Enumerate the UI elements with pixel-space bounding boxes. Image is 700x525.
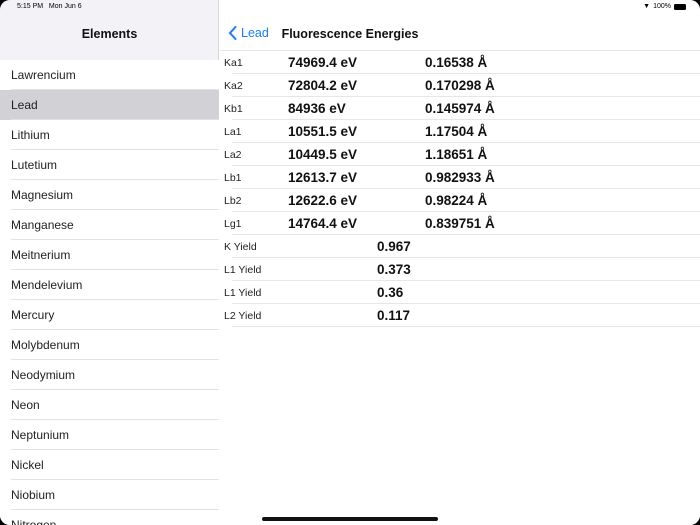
sidebar: 5:15 PM Mon Jun 6 Elements Lawrencium Lea… <box>0 0 219 525</box>
energies-table: Ka1 74969.4 eV 0.16538 Å Ka2 72804.2 eV 0.170… <box>220 51 700 327</box>
sidebar-item-manganese[interactable]: Manganese <box>0 210 219 240</box>
yield-value: 0.117 <box>377 308 411 323</box>
yield-value: 0.36 <box>377 285 404 300</box>
sidebar-item-mercury[interactable]: Mercury <box>0 300 219 330</box>
status-time: 5:15 PM Mon Jun 6 <box>17 3 82 10</box>
energy-value: 74969.4 eV <box>288 55 358 70</box>
yield-row: K Yield 0.967 <box>220 235 700 258</box>
yield-label: K Yield <box>224 240 257 253</box>
status-right: ▼ 100% <box>643 3 686 10</box>
sidebar-item-lawrencium[interactable]: Lawrencium <box>0 60 219 90</box>
sidebar-item-lithium[interactable]: Lithium <box>0 120 219 150</box>
yield-label: L1 Yield <box>224 263 262 276</box>
wavelength-value: 0.98224 Å <box>425 193 488 208</box>
sidebar-item-neptunium[interactable]: Neptunium <box>0 420 219 450</box>
sidebar-item-lead[interactable]: Lead <box>0 90 219 120</box>
yield-value: 0.373 <box>377 262 411 277</box>
energy-value: 12622.6 eV <box>288 193 358 208</box>
yield-label: L1 Yield <box>224 286 262 299</box>
yield-row: L1 Yield 0.36 <box>220 281 700 304</box>
sidebar-item-lutetium[interactable]: Lutetium <box>0 150 219 180</box>
line-label: Lb2 <box>224 194 242 207</box>
energy-row: La2 10449.5 eV 1.18651 Å <box>220 143 700 166</box>
line-label: Lg1 <box>224 217 242 230</box>
wavelength-value: 0.170298 Å <box>425 78 495 93</box>
energy-row: La1 10551.5 eV 1.17504 Å <box>220 120 700 143</box>
energy-value: 14764.4 eV <box>288 216 358 231</box>
sidebar-item-nitrogen[interactable]: Nitrogen <box>0 510 219 525</box>
energy-row: Lb1 12613.7 eV 0.982933 Å <box>220 166 700 189</box>
sidebar-item-mendelevium[interactable]: Mendelevium <box>0 270 219 300</box>
sidebar-title: Elements <box>81 27 138 41</box>
screen: 5:15 PM Mon Jun 6 Elements Lawrencium Lea… <box>0 0 700 525</box>
line-label: La1 <box>224 125 242 138</box>
battery-percent: 100% <box>653 3 671 10</box>
energy-value: 10551.5 eV <box>288 124 358 139</box>
line-label: Ka2 <box>224 79 243 92</box>
wavelength-value: 1.17504 Å <box>425 124 488 139</box>
energy-value: 84936 eV <box>288 101 346 116</box>
energy-value: 72804.2 eV <box>288 78 358 93</box>
wavelength-value: 1.18651 Å <box>425 147 488 162</box>
sidebar-item-neon[interactable]: Neon <box>0 390 219 420</box>
wavelength-value: 0.839751 Å <box>425 216 495 231</box>
wavelength-value: 0.145974 Å <box>425 101 495 116</box>
sidebar-item-magnesium[interactable]: Magnesium <box>0 180 219 210</box>
wavelength-value: 0.982933 Å <box>425 170 495 185</box>
line-label: Lb1 <box>224 171 242 184</box>
line-label: Ka1 <box>224 56 243 69</box>
page-title: Fluorescence Energies <box>281 27 419 41</box>
sidebar-item-molybdenum[interactable]: Molybdenum <box>0 330 219 360</box>
energy-row: Kb1 84936 eV 0.145974 Å <box>220 97 700 120</box>
energy-row: Lg1 14764.4 eV 0.839751 Å <box>220 212 700 235</box>
energy-row: Lb2 12622.6 eV 0.98224 Å <box>220 189 700 212</box>
yield-value: 0.967 <box>377 239 411 254</box>
energy-value: 12613.7 eV <box>288 170 358 185</box>
sidebar-item-nickel[interactable]: Nickel <box>0 450 219 480</box>
wavelength-value: 0.16538 Å <box>425 55 488 70</box>
element-list: Lawrencium Lead Lithium Lutetium Magnesium Ma… <box>0 60 219 525</box>
wifi-icon: ▼ <box>643 3 651 10</box>
energy-row: Ka2 72804.2 eV 0.170298 Å <box>220 74 700 97</box>
energy-value: 10449.5 eV <box>288 147 358 162</box>
sidebar-item-niobium[interactable]: Niobium <box>0 480 219 510</box>
battery-icon <box>674 3 686 10</box>
sidebar-item-meitnerium[interactable]: Meitnerium <box>0 240 219 270</box>
yield-row: L2 Yield 0.117 <box>220 304 700 327</box>
line-label: La2 <box>224 148 242 161</box>
home-indicator[interactable] <box>262 517 438 521</box>
energy-row: Ka1 74969.4 eV 0.16538 Å <box>220 51 700 74</box>
sidebar-item-neodymium[interactable]: Neodymium <box>0 360 219 390</box>
detail-panel: ▼ 100% Lead Fluorescence Energies Ka1 749… <box>220 0 700 525</box>
yield-row: L1 Yield 0.373 <box>220 258 700 281</box>
yield-label: L2 Yield <box>224 309 262 322</box>
line-label: Kb1 <box>224 102 243 115</box>
